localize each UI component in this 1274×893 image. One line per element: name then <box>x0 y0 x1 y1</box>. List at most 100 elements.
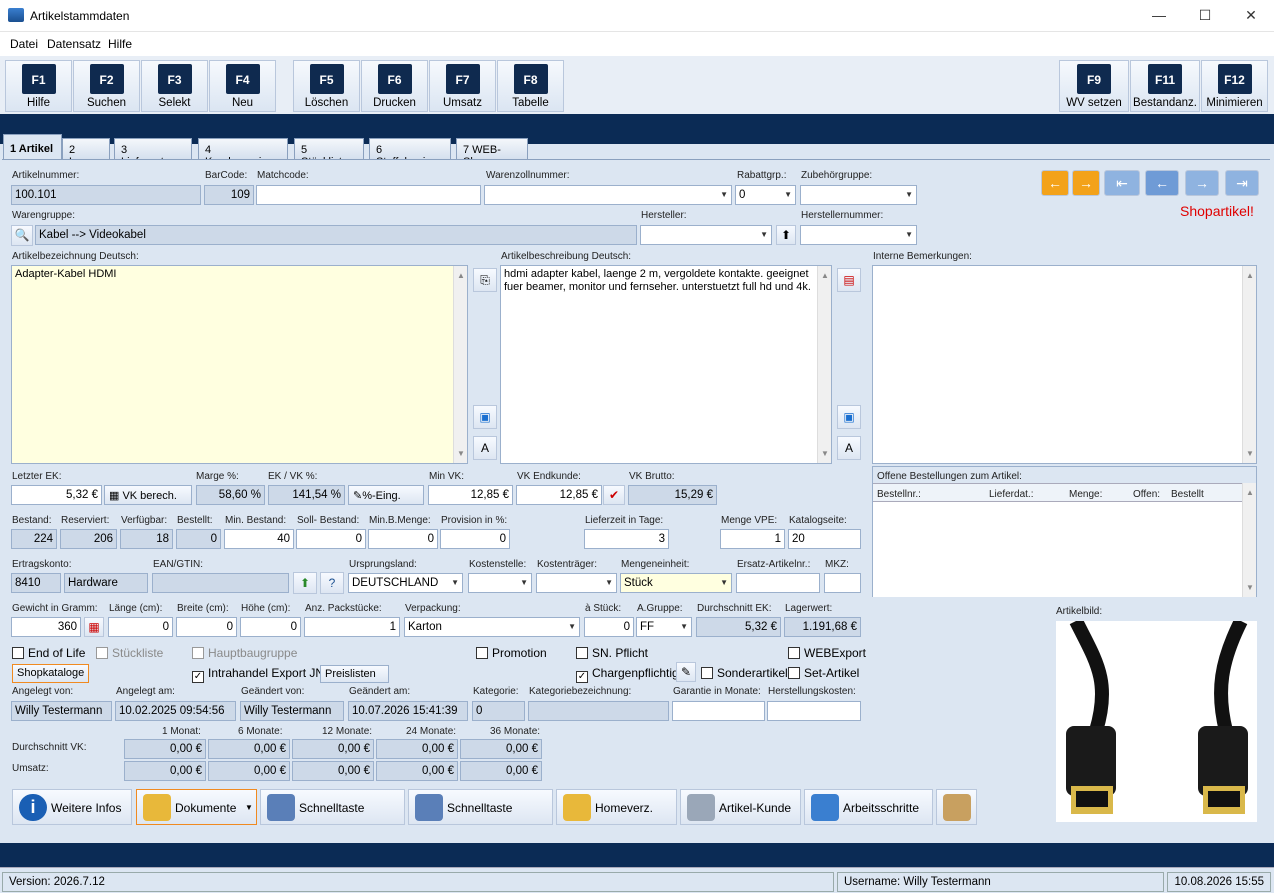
provision-field[interactable]: 0 <box>440 529 510 549</box>
rabatt-select[interactable]: 0 <box>735 185 796 205</box>
f5-delete-button[interactable]: F5 Löschen <box>293 60 360 112</box>
period-umsatz-field[interactable]: 0,00 € <box>460 761 542 781</box>
intra-checkbox[interactable]: ✓ Intrahandel Export JN <box>192 666 324 683</box>
agruppe-select[interactable]: FF <box>636 617 692 637</box>
bestellt-field[interactable]: 0 <box>176 529 221 549</box>
beschr-scrollbar[interactable] <box>817 266 831 463</box>
period-umsatz-field[interactable]: 0,00 € <box>124 761 206 781</box>
sonder-checkbox[interactable]: Sonderartikel <box>701 666 788 680</box>
f3-select-button[interactable]: F3 Selekt <box>141 60 208 112</box>
eol-checkbox[interactable]: End of Life <box>12 646 85 660</box>
copy-icon[interactable]: ⎘ <box>473 268 497 292</box>
marge-field[interactable]: 58,60 % <box>196 485 265 505</box>
mengevpe-field[interactable]: 1 <box>720 529 785 549</box>
first-record-icon[interactable]: ⇤ <box>1104 170 1140 196</box>
f7-sales-button[interactable]: F7 Umsatz <box>429 60 496 112</box>
preislisten-button[interactable]: Preislisten <box>320 665 389 683</box>
verpackung-select[interactable]: Karton <box>404 617 580 637</box>
schnelltaste2-button[interactable]: Schnelltaste <box>408 789 553 825</box>
mkz-field[interactable] <box>824 573 861 593</box>
spellcheck-icon[interactable]: A <box>473 436 497 460</box>
f2-search-button[interactable]: F2 Suchen <box>73 60 140 112</box>
tab-kundenpreise[interactable]: 4 Kundenpreise <box>198 138 288 168</box>
last-record-icon[interactable]: ⇥ <box>1225 170 1259 196</box>
ekvk-field[interactable]: 141,54 % <box>268 485 345 505</box>
orders-scrollbar[interactable] <box>1242 483 1256 597</box>
matchcode-field[interactable] <box>256 185 481 205</box>
tab-staffelpreise[interactable]: 6 Staffelpreise <box>369 138 451 168</box>
verfuegbar-field[interactable]: 18 <box>120 529 173 549</box>
f6-print-button[interactable]: F6 Drucken <box>361 60 428 112</box>
add-manufacturer-icon[interactable]: ⬆ <box>776 225 796 245</box>
warenzoll-select[interactable] <box>484 185 732 205</box>
menu-hilfe[interactable]: Hilfe <box>108 37 132 51</box>
promotion-checkbox[interactable]: Promotion <box>476 646 547 660</box>
f8-table-button[interactable]: F8 Tabelle <box>497 60 564 112</box>
period-vk-field[interactable]: 0,00 € <box>292 739 374 759</box>
tab-artikel[interactable]: 1 Artikel <box>3 134 62 160</box>
ertragsname-field[interactable]: Hardware <box>64 573 148 593</box>
f12-minimize-button[interactable]: F12 Minimieren <box>1201 60 1268 112</box>
translate-icon[interactable]: ▣ <box>837 405 861 429</box>
translate-icon[interactable]: ▣ <box>473 405 497 429</box>
hauptbau-checkbox[interactable]: Hauptbaugruppe <box>192 646 297 660</box>
bemerk-scrollbar[interactable] <box>1242 266 1256 463</box>
flag-icon[interactable]: ▤ <box>837 268 861 292</box>
set-checkbox[interactable]: Set-Artikel <box>788 666 859 680</box>
durchek-field[interactable]: 5,32 € <box>696 617 781 637</box>
ertragskonto-field[interactable]: 8410 <box>11 573 61 593</box>
period-vk-field[interactable]: 0,00 € <box>460 739 542 759</box>
menu-datei[interactable]: Datei <box>10 37 38 51</box>
vkbrutto-field[interactable]: 15,29 € <box>628 485 717 505</box>
hoehe-field[interactable]: 0 <box>240 617 301 637</box>
vk-berech-button[interactable]: ▦ VK berech. <box>104 485 192 505</box>
arbeitsschritte-button[interactable]: Arbeitsschritte <box>804 789 933 825</box>
charge-checkbox[interactable]: ✓ Chargenpflichtig <box>576 666 679 683</box>
minbmenge-field[interactable]: 0 <box>368 529 438 549</box>
maximize-button[interactable]: ☐ <box>1182 0 1228 32</box>
lagerwert-field[interactable]: 1.191,68 € <box>784 617 861 637</box>
next-arrow-icon[interactable]: → <box>1072 170 1100 196</box>
f9-reminder-button[interactable]: F9 WV setzen <box>1059 60 1129 112</box>
kostentraeger-select[interactable] <box>536 573 617 593</box>
herstellernr-select[interactable] <box>800 225 917 245</box>
herstkosten-field[interactable] <box>767 701 861 721</box>
tab-webshop[interactable]: 7 WEB-Shop <box>456 138 528 168</box>
close-button[interactable]: ✕ <box>1228 0 1274 32</box>
bezeichnung-textarea[interactable]: Adapter-Kabel HDMI <box>11 265 468 464</box>
katalogseite-field[interactable]: 20 <box>788 529 861 549</box>
forward-record-icon[interactable]: → <box>1185 170 1219 196</box>
vkend-field[interactable]: 12,85 € <box>516 485 602 505</box>
ean-field[interactable] <box>152 573 289 593</box>
hersteller-select[interactable] <box>640 225 772 245</box>
bestand-field[interactable]: 224 <box>11 529 57 549</box>
breite-field[interactable]: 0 <box>176 617 237 637</box>
menu-datensatz[interactable]: Datensatz <box>47 37 101 51</box>
period-vk-field[interactable]: 0,00 € <box>376 739 458 759</box>
percent-eing-button[interactable]: ✎%-Eing. <box>348 485 424 505</box>
stueckliste-checkbox[interactable]: Stückliste <box>96 646 163 660</box>
astueck-field[interactable]: 0 <box>584 617 634 637</box>
schnelltaste1-button[interactable]: Schnelltaste <box>260 789 405 825</box>
f1-help-button[interactable]: F1 Hilfe <box>5 60 72 112</box>
weitere-infos-button[interactable]: i Weitere Infos <box>12 789 132 825</box>
mengeneinheit-select[interactable]: Stück <box>620 573 732 593</box>
minvk-field[interactable]: 12,85 € <box>428 485 513 505</box>
period-umsatz-field[interactable]: 0,00 € <box>376 761 458 781</box>
gewicht-field[interactable]: 360 <box>11 617 81 637</box>
packstuecke-field[interactable]: 1 <box>304 617 400 637</box>
back-record-icon[interactable]: ← <box>1145 170 1179 196</box>
upload-icon[interactable]: ⬆ <box>293 572 317 594</box>
angelegtam-field[interactable]: 10.02.2025 09:54:56 <box>115 701 236 721</box>
lieferzeit-field[interactable]: 3 <box>584 529 669 549</box>
prev-arrow-icon[interactable]: ← <box>1041 170 1069 196</box>
barcode-field[interactable]: 109 <box>204 185 254 205</box>
search-icon[interactable]: 🔍 <box>11 225 33 246</box>
kategorie-field[interactable]: 0 <box>472 701 525 721</box>
katbez-field[interactable] <box>528 701 669 721</box>
artikel-kunde-button[interactable]: Artikel-Kunde <box>680 789 801 825</box>
bemerkungen-textarea[interactable] <box>872 265 1257 464</box>
help-icon[interactable]: ? <box>320 572 344 594</box>
bez-scrollbar[interactable] <box>453 266 467 463</box>
laenge-field[interactable]: 0 <box>108 617 173 637</box>
